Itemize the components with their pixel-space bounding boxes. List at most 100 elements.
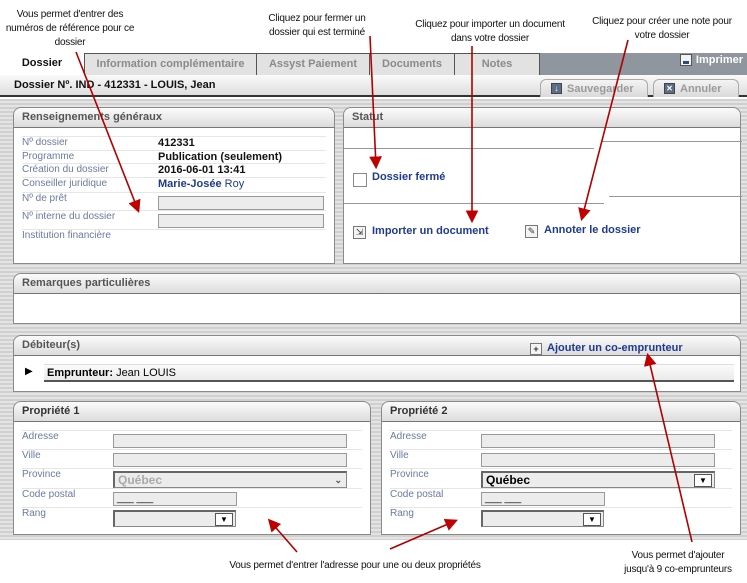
import-document-link[interactable]: Importer un document <box>372 225 489 237</box>
borrower-name: Jean LOUIS <box>116 367 176 379</box>
import-icon[interactable]: ⇲ <box>353 226 366 239</box>
p2-label-rank: Rang <box>390 508 414 519</box>
label-program: Programme <box>22 151 75 162</box>
remarks-panel: Remarques particulières <box>13 273 741 324</box>
debtors-panel: Débiteur(s) + Ajouter un co-emprunteur ▶… <box>13 335 741 392</box>
property2-panel: Propriété 2 Adresse Ville Province Québe… <box>381 401 741 535</box>
save-label: Sauvegarder <box>567 82 634 95</box>
closed-label[interactable]: Dossier fermé <box>372 171 445 183</box>
general-info-panel: Renseignements généraux Nº dossier 41233… <box>13 107 335 264</box>
general-info-title: Renseignements généraux <box>14 108 334 128</box>
p2-address-input[interactable] <box>481 434 715 448</box>
callout-reference-numbers: Vous permet d'entrer des numéros de réfé… <box>5 9 135 48</box>
status-title: Statut <box>344 108 740 128</box>
field-row-loan-number: Nº de prêt <box>22 192 326 210</box>
expand-arrow-icon[interactable]: ▶ <box>25 366 33 377</box>
p2-postal-input[interactable]: ___ ___ <box>481 492 605 506</box>
field-row-program: Programme Publication (seulement) <box>22 150 326 164</box>
p2-row-province: Province Québec ▼ <box>390 468 732 488</box>
borrower-label: Emprunteur: <box>47 367 113 379</box>
field-row-internal-number: Nº interne du dossier <box>22 210 326 228</box>
p1-province-select[interactable]: Québec ⌄ <box>113 471 347 488</box>
callout-property-address: Vous permet d'entrer l'adresse pour une … <box>229 560 481 571</box>
debtors-title: Débiteur(s) + Ajouter un co-emprunteur <box>14 336 740 356</box>
file-title-value: IND - 412331 - LOUIS, Jean <box>75 79 216 91</box>
p1-address-input[interactable] <box>113 434 347 448</box>
cancel-label: Annuler <box>680 82 722 95</box>
p2-label-province: Province <box>390 469 429 480</box>
tab-information-complementaire[interactable]: Information complémentaire <box>84 53 257 75</box>
p1-row-rank: Rang ▼ <box>22 507 362 527</box>
tab-documents[interactable]: Documents <box>369 53 455 75</box>
label-creation: Création du dossier <box>22 164 109 175</box>
print-button[interactable]: Imprimer <box>679 53 743 67</box>
p2-row-address: Adresse <box>390 430 732 449</box>
tab-dossier[interactable]: Dossier <box>0 53 84 75</box>
debtors-title-text: Débiteur(s) <box>22 339 81 351</box>
remarks-title: Remarques particulières <box>14 274 740 294</box>
p2-province-select[interactable]: Québec ▼ <box>481 471 715 488</box>
p2-label-city: Ville <box>390 450 409 461</box>
chevron-down-icon: ▼ <box>694 474 712 487</box>
value-file-number: 412331 <box>158 137 195 149</box>
pencil-icon[interactable]: ✎ <box>525 225 538 238</box>
p2-label-address: Adresse <box>390 431 427 442</box>
property1-panel: Propriété 1 Adresse Ville Province Québe… <box>13 401 371 535</box>
add-co-borrower-label: Ajouter un co-emprunteur <box>547 342 683 354</box>
p2-row-rank: Rang ▼ <box>390 507 732 527</box>
save-button[interactable]: ↓ Sauvegarder <box>540 79 648 97</box>
label-loan-number: Nº de prêt <box>22 193 67 204</box>
value-program: Publication (seulement) <box>158 151 283 163</box>
p1-row-city: Ville <box>22 449 362 468</box>
p1-row-province: Province Québec ⌄ <box>22 468 362 488</box>
p2-rank-select[interactable]: ▼ <box>481 510 604 527</box>
divider <box>344 148 594 149</box>
file-title-prefix: Dossier Nº. <box>14 79 76 91</box>
legal-advisor-last: Roy <box>221 178 245 190</box>
chevron-down-icon: ⌄ <box>334 475 342 485</box>
save-icon: ↓ <box>551 83 562 94</box>
p1-row-postal: Code postal ___ ___ <box>22 488 362 507</box>
label-internal-number: Nº interne du dossier <box>22 211 116 222</box>
label-legal-advisor: Conseiller juridique <box>22 178 108 189</box>
cancel-icon: ✕ <box>664 83 675 94</box>
field-row-creation: Création du dossier 2016-06-01 13:41 <box>22 163 326 177</box>
p1-label-address: Adresse <box>22 431 59 442</box>
field-row-legal-advisor: Conseiller juridique Marie-Josée Roy <box>22 177 326 191</box>
divider <box>602 141 742 142</box>
divider <box>344 203 604 204</box>
callout-import-document: Cliquez pour importer un document dans v… <box>415 19 565 44</box>
p1-row-address: Adresse <box>22 430 362 449</box>
p1-rank-select[interactable]: ▼ <box>113 510 236 527</box>
status-panel: Statut Dossier fermé ⇲ Importer un docum… <box>343 107 742 264</box>
borrower-row[interactable]: Emprunteur: Jean LOUIS <box>44 364 734 382</box>
p1-label-postal: Code postal <box>22 489 76 500</box>
label-financial-institution: Institution financière <box>22 230 111 241</box>
chevron-down-icon: ▼ <box>583 513 601 526</box>
loan-number-input[interactable] <box>158 196 324 210</box>
print-label: Imprimer <box>695 54 743 66</box>
p2-city-input[interactable] <box>481 453 715 467</box>
property1-title: Propriété 1 <box>14 402 370 422</box>
tab-assyst-paiement[interactable]: Assyst Paiement <box>256 53 370 75</box>
annotate-file-link[interactable]: Annoter le dossier <box>544 224 641 236</box>
p1-city-input[interactable] <box>113 453 347 467</box>
legal-advisor-first: Marie-Josée <box>158 178 222 190</box>
callout-close-file: Cliquez pour fermer un dossier qui est t… <box>268 13 366 38</box>
field-row-financial-institution: Institution financière <box>22 229 326 243</box>
divider <box>609 196 742 197</box>
tab-bar: Dossier Information complémentaire Assys… <box>0 53 747 75</box>
closed-checkbox[interactable] <box>353 173 367 187</box>
cancel-button[interactable]: ✕ Annuler <box>653 79 739 97</box>
add-person-icon: + <box>530 342 542 355</box>
tab-notes[interactable]: Notes <box>454 53 540 75</box>
file-title: Dossier Nº. IND - 412331 - LOUIS, Jean <box>14 79 215 91</box>
callout-create-note: Cliquez pour créer une note pour votre d… <box>592 16 732 41</box>
internal-number-input[interactable] <box>158 214 324 228</box>
value-legal-advisor[interactable]: Marie-Josée Roy <box>158 178 244 190</box>
value-creation: 2016-06-01 13:41 <box>158 164 246 176</box>
add-co-borrower-button[interactable]: + Ajouter un co-emprunteur <box>530 339 683 358</box>
label-file-number: Nº dossier <box>22 137 68 148</box>
p1-label-province: Province <box>22 469 61 480</box>
p1-postal-input[interactable]: ___ ___ <box>113 492 237 506</box>
